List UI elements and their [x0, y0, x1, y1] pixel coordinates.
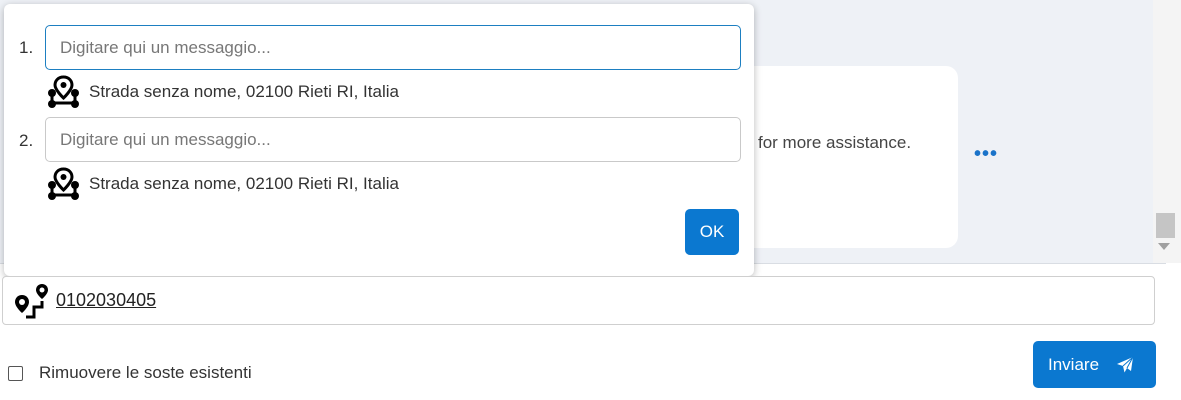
paper-plane-icon: [1117, 356, 1134, 372]
more-options-icon[interactable]: •••: [974, 143, 998, 166]
stop-address-row: Strada senza nome, 02100 Rieti RI, Itali…: [45, 74, 399, 110]
send-button[interactable]: Inviare: [1033, 341, 1156, 388]
chat-bubble-text: for more assistance.: [758, 133, 912, 152]
remove-stops-label[interactable]: Rimuovere le soste esistenti: [39, 363, 252, 383]
stop-address: Strada senza nome, 02100 Rieti RI, Itali…: [89, 82, 399, 101]
stop-message-input[interactable]: [45, 117, 741, 162]
stop-address: Strada senza nome, 02100 Rieti RI, Itali…: [89, 174, 399, 193]
route-pin-icon: [15, 283, 48, 318]
route-number-link[interactable]: 0102030405: [56, 290, 156, 311]
location-pin-network-icon: [48, 167, 79, 200]
chat-bubble: [740, 66, 958, 248]
stop-number: 2.: [19, 131, 34, 150]
scrollbar-thumb[interactable]: [1156, 213, 1175, 238]
scroll-down-arrow-icon[interactable]: [1158, 243, 1170, 250]
stop-address-row: Strada senza nome, 02100 Rieti RI, Itali…: [45, 166, 399, 202]
ok-button[interactable]: OK: [685, 209, 739, 255]
stops-dialog: 1. Strada senza nome, 02100 Rieti RI, It…: [4, 4, 754, 276]
location-pin-network-icon: [48, 75, 79, 108]
stop-number: 1.: [19, 38, 34, 57]
send-button-label: Inviare: [1048, 354, 1100, 374]
remove-stops-checkbox[interactable]: [8, 365, 23, 381]
stop-message-input[interactable]: [45, 25, 741, 70]
route-field[interactable]: 0102030405: [2, 276, 1155, 325]
remove-stops-option[interactable]: Rimuovere le soste esistenti: [8, 363, 252, 383]
